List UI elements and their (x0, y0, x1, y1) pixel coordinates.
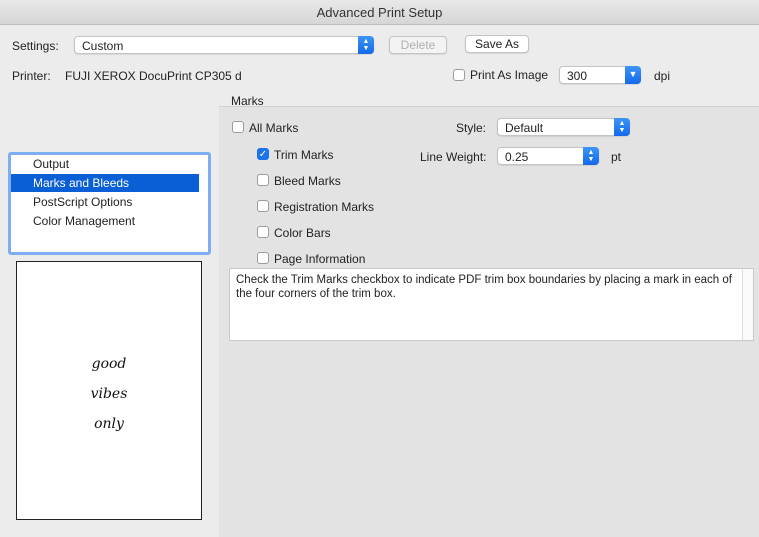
page-information-checkbox[interactable] (257, 252, 269, 264)
print-as-image-label: Print As Image (470, 68, 549, 82)
dpi-unit-label: dpi (654, 69, 671, 83)
category-list[interactable]: Output Marks and Bleeds PostScript Optio… (8, 152, 211, 255)
style-value: Default (505, 121, 544, 135)
line-weight-value: 0.25 (505, 150, 529, 164)
all-marks-checkbox[interactable] (232, 121, 244, 133)
line-weight-combo[interactable]: 0.25 ▲ ▼ (497, 147, 599, 165)
settings-dropdown[interactable]: Custom ▲ ▼ (74, 36, 374, 54)
color-bars-checkbox[interactable] (257, 226, 269, 238)
style-label: Style: (456, 121, 487, 135)
line-weight-unit: pt (611, 150, 622, 164)
color-bars-label: Color Bars (274, 226, 331, 240)
dpi-value: 300 (567, 69, 588, 83)
trim-marks-checkbox[interactable]: ✓ (257, 148, 269, 160)
registration-marks-label: Registration Marks (274, 200, 375, 214)
trim-marks-label: Trim Marks (274, 148, 334, 162)
style-dropdown[interactable]: Default ▲ ▼ (497, 118, 630, 136)
window-title: Advanced Print Setup (316, 5, 443, 20)
chevron-updown-icon: ▲ ▼ (358, 36, 374, 54)
printer-label: Printer: (12, 69, 51, 83)
page-information-label: Page Information (274, 252, 366, 266)
category-item-output[interactable]: Output (33, 155, 69, 173)
description-scrollbar[interactable] (742, 269, 753, 340)
category-item-postscript-options[interactable]: PostScript Options (33, 193, 132, 211)
settings-value: Custom (82, 39, 124, 53)
window-titlebar: Advanced Print Setup (0, 0, 759, 25)
bleed-marks-label: Bleed Marks (274, 174, 341, 188)
page-preview: good vibes only (16, 261, 202, 520)
print-as-image-checkbox[interactable] (453, 69, 465, 81)
printer-name: FUJI XEROX DocuPrint CP305 d (65, 69, 242, 83)
all-marks-label: All Marks (249, 121, 299, 135)
settings-label: Settings: (12, 39, 59, 53)
preview-line-2: vibes (90, 386, 128, 402)
delete-button[interactable]: Delete (389, 36, 447, 54)
chevron-updown-icon: ▲ ▼ (583, 147, 599, 165)
preview-line-1: good (91, 356, 127, 372)
preview-line-3: only (94, 416, 124, 432)
bleed-marks-checkbox[interactable] (257, 174, 269, 186)
category-item-color-management[interactable]: Color Management (33, 212, 135, 230)
registration-marks-checkbox[interactable] (257, 200, 269, 212)
line-weight-label: Line Weight: (420, 150, 487, 164)
save-as-button[interactable]: Save As (465, 35, 529, 53)
chevron-down-icon: ▼ (625, 66, 641, 84)
description-text: Check the Trim Marks checkbox to indicat… (236, 274, 732, 300)
dpi-dropdown[interactable]: 300 ▼ (559, 66, 641, 84)
category-item-marks-and-bleeds[interactable]: Marks and Bleeds (11, 174, 199, 192)
description-box: Check the Trim Marks checkbox to indicat… (229, 268, 754, 341)
chevron-updown-icon: ▲ ▼ (614, 118, 630, 136)
